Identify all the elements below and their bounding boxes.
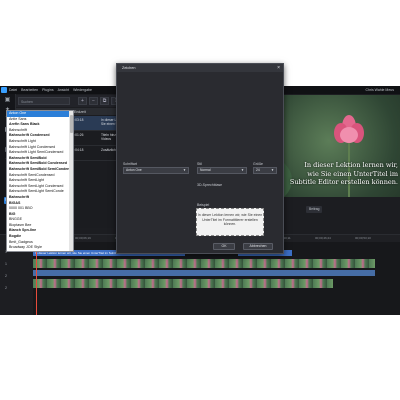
- remove-subtitle-icon[interactable]: −: [89, 97, 98, 105]
- style-select[interactable]: Normal ▼: [197, 167, 247, 174]
- scrollbar[interactable]: [69, 111, 73, 251]
- cancel-button[interactable]: Abbrechen: [243, 243, 273, 250]
- subtitle-line: In dieser Lektion lernen wir,: [304, 161, 398, 169]
- size-label: Größe: [253, 162, 263, 166]
- font-items: Anton One Antie Sans Arefin Sans Black Bahn…: [7, 111, 73, 251]
- ruler-mark: 00;00;53;10: [355, 236, 371, 240]
- user-name[interactable]: Chris Wahle Meus: [366, 88, 394, 92]
- merge-icon[interactable]: ⧉: [100, 97, 109, 105]
- size-select-value: 24: [256, 168, 260, 172]
- preview-label: Beispiel: [197, 203, 210, 207]
- font-label: Schriftart: [123, 162, 138, 166]
- lotus-flower-image: [334, 115, 364, 145]
- menu-item-plugins[interactable]: Plugins: [42, 88, 53, 92]
- dialog-title: Zeichen: [122, 66, 136, 70]
- subtitle-overlay: In dieser Lektion lernen wir, wie Sie ei…: [266, 161, 398, 187]
- font-select-value: Anton One: [126, 168, 142, 172]
- subtitle-line: wie Sie einen UnterTitel im: [307, 169, 398, 178]
- menu-item-playback[interactable]: Wiedergabe: [73, 88, 92, 92]
- ruler-mark: 00;00;06;19: [75, 236, 91, 240]
- font-dropdown-list[interactable]: Anton One Antie Sans Arefin Sans Black Bahn…: [6, 110, 74, 252]
- track-number: 2: [5, 286, 7, 290]
- track-number: 1: [5, 262, 7, 266]
- chevron-down-icon: ▼: [271, 168, 274, 172]
- add-subtitle-icon[interactable]: +: [78, 97, 87, 105]
- track-number: 2: [5, 274, 7, 278]
- close-icon[interactable]: ×: [277, 64, 280, 72]
- subtitle-line: Subtitle Editor erstellen können.: [289, 178, 398, 186]
- video-clip[interactable]: [33, 279, 333, 288]
- search-input[interactable]: Suchen: [18, 97, 70, 105]
- style-label: Stil: [197, 162, 202, 166]
- track-header[interactable]: 2: [0, 271, 33, 281]
- chevron-down-icon: ▼: [241, 168, 244, 172]
- size-select[interactable]: 24 ▼: [253, 167, 277, 174]
- font-preview-box: In dieser Lektion lernen wir, wie Sie ei…: [196, 208, 264, 236]
- font-option[interactable]: Broadway JOE Style: [7, 245, 73, 251]
- media-room-icon[interactable]: ▣: [4, 97, 11, 104]
- font-select[interactable]: Anton One ▼: [123, 167, 189, 174]
- mode-button[interactable]: Beitrag: [306, 206, 323, 213]
- menu-item-view[interactable]: Ansicht: [58, 88, 69, 92]
- chevron-down-icon: ▼: [183, 168, 186, 172]
- app-logo-icon: [1, 87, 7, 93]
- video-clip[interactable]: [33, 259, 375, 268]
- audio-clip[interactable]: [33, 270, 375, 276]
- ruler-mark: 00;00;46;24: [315, 236, 331, 240]
- scrollbar-thumb[interactable]: [69, 115, 73, 133]
- style-select-value: Normal: [200, 168, 211, 172]
- font-option[interactable]: Bahnschrift SemiBold SemiConden: [7, 167, 73, 173]
- track-header[interactable]: 2: [0, 283, 33, 293]
- menu-item-file[interactable]: Datei: [9, 88, 17, 92]
- dialog-title-bar: Zeichen ×: [117, 64, 283, 72]
- track-header[interactable]: 1: [0, 259, 33, 269]
- column-header-end[interactable]: Endzeit: [74, 110, 86, 114]
- menu-item-edit[interactable]: Bearbeiten: [21, 88, 38, 92]
- font-option[interactable]: Bahnschrift Light SemiCondensed: [7, 150, 73, 156]
- spacing-label: 3D-Sprechblase: [197, 183, 223, 187]
- ok-button[interactable]: OK: [213, 243, 235, 250]
